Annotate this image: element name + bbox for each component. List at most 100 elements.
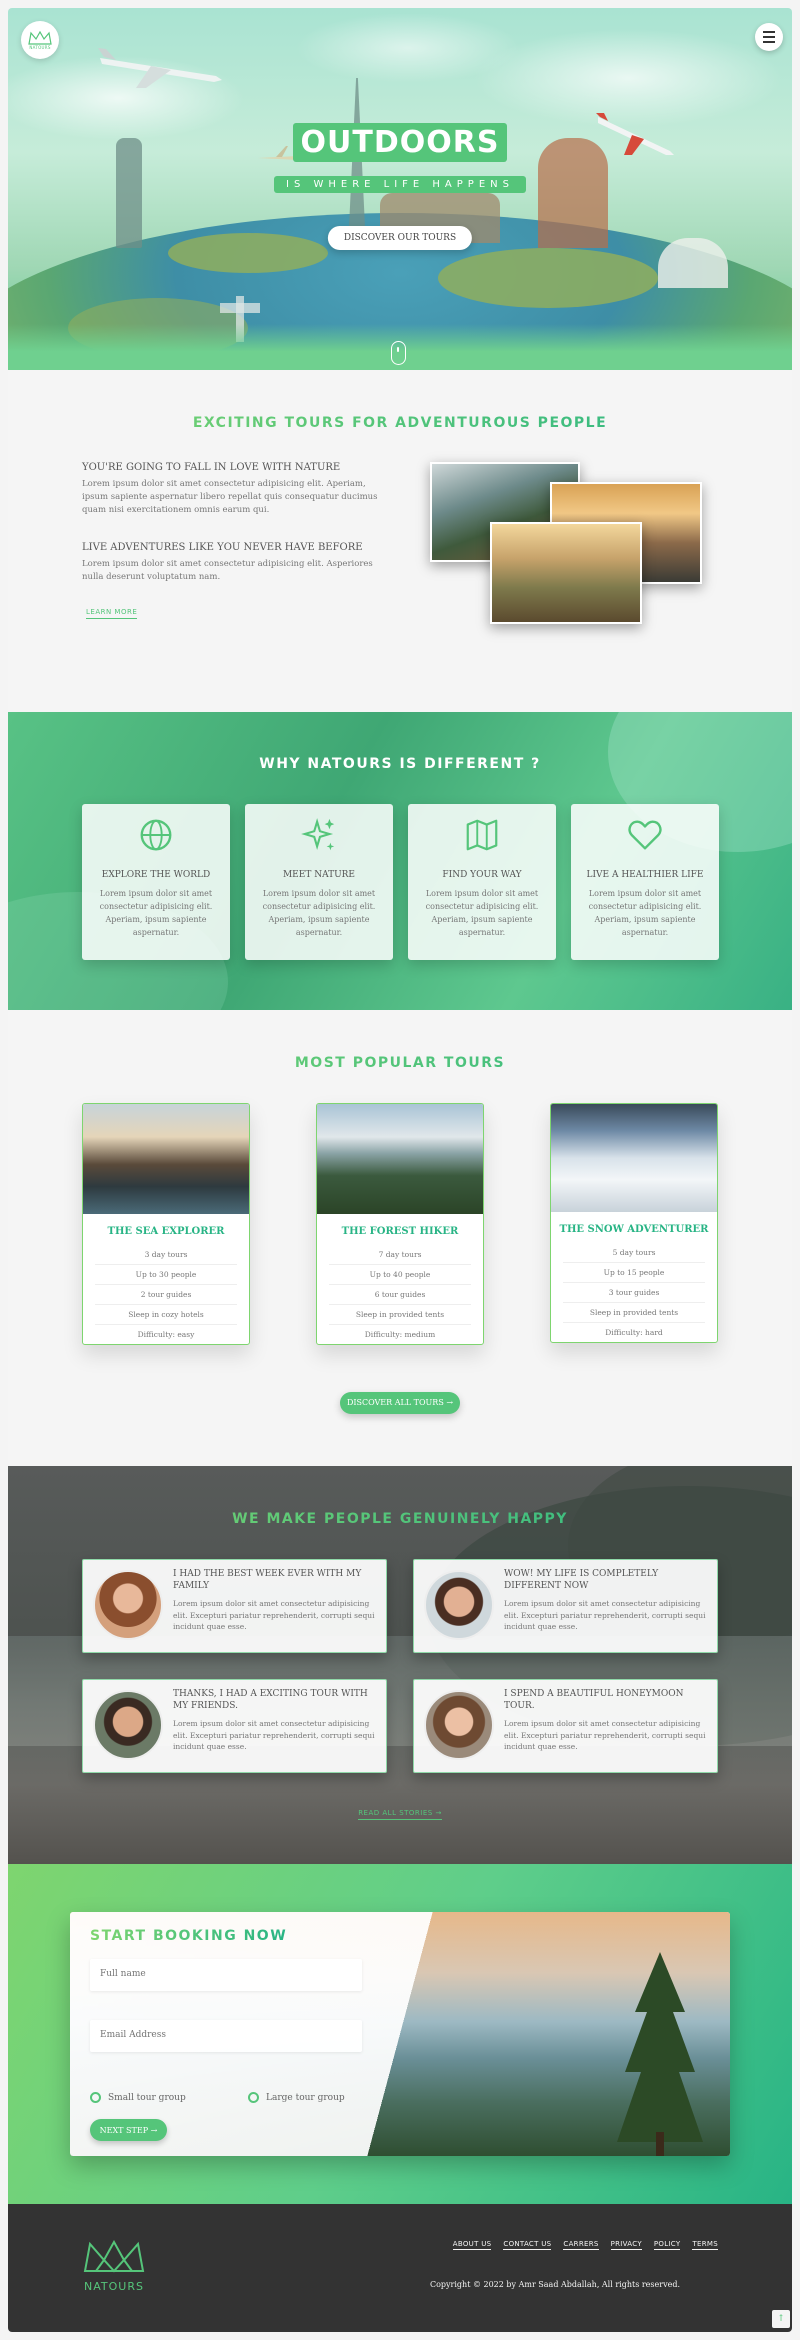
taj-mahal [658, 238, 728, 288]
copyright-text: Copyright © 2022 by Amr Saad Abdallah, A… [429, 2280, 680, 2289]
full-name-input[interactable] [90, 1959, 362, 1991]
feature-text: Lorem ipsum dolor sit amet consectetur a… [425, 889, 539, 937]
email-input[interactable] [90, 2020, 362, 2052]
story-text: Lorem ipsum dolor sit amet consectetur a… [504, 1599, 706, 1631]
feature-text: Lorem ipsum dolor sit amet consectetur a… [99, 889, 213, 937]
feature-title: FIND YOUR WAY [442, 870, 522, 880]
tour-detail: 5 day tours [563, 1243, 705, 1263]
tour-detail: Difficulty: medium [364, 1330, 436, 1339]
discover-tours-button[interactable]: DISCOVER OUR TOURS [327, 226, 473, 250]
scroll-mouse-icon[interactable] [391, 341, 406, 365]
avatar [424, 1570, 494, 1640]
feature-text: Lorem ipsum dolor sit amet consectetur a… [262, 889, 376, 937]
features-title: WHY NATOURS IS DIFFERENT ? [259, 756, 541, 772]
avatar [93, 1570, 163, 1640]
story-text: Lorem ipsum dolor sit amet consectetur a… [173, 1599, 375, 1631]
tour-card[interactable]: THE SNOW ADVENTURER 5 day tours Up to 15… [550, 1103, 718, 1343]
tour-detail: 7 day tours [329, 1245, 471, 1265]
story-card: THANKS, I HAD A EXCITING TOUR WITH MY FR… [82, 1679, 387, 1773]
feature-text: Lorem ipsum dolor sit amet consectetur a… [588, 889, 702, 937]
hero-subtitle-wrap: IS WHERE LIFE HAPPENS [8, 172, 792, 193]
footer-link-privacy[interactable]: PRIVACY [610, 2240, 642, 2250]
stories-section: WE MAKE PEOPLE GENUINELY HAPPY I HAD THE… [8, 1466, 792, 1864]
footer-link-about[interactable]: ABOUT US [452, 2240, 492, 2250]
stories-title: WE MAKE PEOPLE GENUINELY HAPPY [8, 1511, 792, 1527]
footer-link-contact[interactable]: CONTACT US [503, 2240, 552, 2250]
tour-details-list: 7 day tours Up to 40 people 6 tour guide… [329, 1245, 471, 1344]
tour-detail: Sleep in provided tents [329, 1305, 471, 1325]
feature-box: FIND YOUR WAY Lorem ipsum dolor sit amet… [408, 804, 556, 960]
about-paragraph-2: Lorem ipsum dolor sit amet consectetur a… [82, 559, 373, 582]
feature-title: EXPLORE THE WORLD [101, 870, 211, 880]
hero-subtitle: IS WHERE LIFE HAPPENS [274, 176, 526, 193]
feature-box: LIVE A HEALTHIER LIFE Lorem ipsum dolor … [571, 804, 719, 960]
feature-title: MEET NATURE [282, 870, 356, 880]
tour-detail: Difficulty: easy [137, 1330, 195, 1339]
menu-button[interactable] [755, 23, 783, 51]
footer-logo-text: NATOURS [84, 2280, 144, 2293]
discover-all-tours-button[interactable]: DISCOVER ALL TOURS → [340, 1392, 460, 1414]
story-heading: I SPEND A BEAUTIFUL HONEYMOON TOUR. [504, 1689, 684, 1711]
footer-nav: ABOUT US CONTACT US CARRERS PRIVACY POLI… [452, 2240, 718, 2250]
next-step-button[interactable]: NEXT STEP → [90, 2119, 167, 2141]
tour-card-title: THE SEA EXPLORER [107, 1226, 225, 1237]
hero-section: NATOURS OUTDOORS IS WHERE LIFE HAPPENS D… [8, 8, 792, 370]
story-card: WOW! MY LIFE IS COMPLETELY DIFFERENT NOW… [413, 1559, 718, 1653]
tour-detail: 3 tour guides [563, 1283, 705, 1303]
tours-title: MOST POPULAR TOURS [8, 1055, 792, 1071]
read-all-stories-wrap: READ ALL STORIES → [8, 1800, 792, 1820]
tour-card-image [317, 1104, 483, 1214]
about-heading-2: LIVE ADVENTURES LIKE YOU NEVER HAVE BEFO… [82, 542, 363, 553]
feature-title: LIVE A HEALTHIER LIFE [586, 870, 704, 880]
story-card: I SPEND A BEAUTIFUL HONEYMOON TOUR. Lore… [413, 1679, 718, 1773]
hamburger-icon [763, 36, 775, 38]
tour-card[interactable]: THE FOREST HIKER 7 day tours Up to 40 pe… [316, 1103, 484, 1345]
footer: NATOURS ABOUT US CONTACT US CARRERS PRIV… [8, 2204, 792, 2332]
back-to-top-button[interactable]: ↑ [772, 2310, 790, 2328]
story-heading: THANKS, I HAD A EXCITING TOUR WITH MY FR… [173, 1689, 368, 1711]
tour-detail: Up to 30 people [95, 1265, 237, 1285]
small-group-radio[interactable]: Small tour group [90, 2092, 186, 2103]
tour-card-image [551, 1104, 717, 1212]
story-card: I HAD THE BEST WEEK EVER WITH MY FAMILY … [82, 1559, 387, 1653]
footer-link-terms[interactable]: TERMS [692, 2240, 718, 2250]
booking-card: START BOOKING NOW Small tour group Large… [70, 1912, 730, 2156]
read-all-stories-link[interactable]: READ ALL STORIES → [358, 1809, 442, 1820]
tour-detail: Difficulty: hard [605, 1328, 663, 1337]
booking-section: START BOOKING NOW Small tour group Large… [8, 1864, 792, 2204]
tour-details-list: 3 day tours Up to 30 people 2 tour guide… [95, 1245, 237, 1344]
radio-circle-icon [90, 2092, 101, 2103]
story-text: Lorem ipsum dolor sit amet consectetur a… [504, 1719, 706, 1751]
tour-detail: Up to 15 people [563, 1263, 705, 1283]
avatar [93, 1690, 163, 1760]
large-group-radio[interactable]: Large tour group [248, 2092, 345, 2103]
hero-title: OUTDOORS [292, 123, 508, 162]
avatar [424, 1690, 494, 1760]
story-heading: I HAD THE BEST WEEK EVER WITH MY FAMILY [173, 1569, 362, 1591]
feature-box: MEET NATURE Lorem ipsum dolor sit amet c… [245, 804, 393, 960]
about-photo-3[interactable] [490, 522, 642, 624]
footer-link-careers[interactable]: CARRERS [563, 2240, 599, 2250]
features-section: WHY NATOURS IS DIFFERENT ? EXPLORE THE W… [8, 712, 792, 1010]
about-paragraph-1: Lorem ipsum dolor sit amet consectetur a… [82, 479, 378, 515]
tours-section: MOST POPULAR TOURS THE SEA EXPLORER 3 da… [8, 1010, 792, 1466]
tour-detail: Sleep in provided tents [563, 1303, 705, 1323]
footer-logo[interactable]: NATOURS [82, 2239, 146, 2293]
heart-icon [628, 820, 662, 850]
radio-circle-icon [248, 2092, 259, 2103]
hero-logo[interactable]: NATOURS [21, 21, 59, 59]
tour-detail: 6 tour guides [329, 1285, 471, 1305]
about-title: EXCITING TOURS FOR ADVENTUROUS PEOPLE [8, 415, 792, 431]
tour-card[interactable]: THE SEA EXPLORER 3 day tours Up to 30 pe… [82, 1103, 250, 1345]
about-section: EXCITING TOURS FOR ADVENTUROUS PEOPLE YO… [8, 370, 792, 712]
footer-link-policy[interactable]: POLICY [653, 2240, 681, 2250]
tour-detail: 2 tour guides [95, 1285, 237, 1305]
tour-detail: Sleep in cozy hotels [95, 1305, 237, 1325]
hero-logo-text: NATOURS [29, 44, 51, 50]
hero-land [168, 233, 328, 273]
story-heading: WOW! MY LIFE IS COMPLETELY DIFFERENT NOW [504, 1569, 659, 1591]
radio-label: Small tour group [108, 2092, 186, 2103]
learn-more-link[interactable]: LEARN MORE [86, 608, 138, 619]
hero-title-wrap: OUTDOORS [8, 123, 792, 162]
hamburger-icon [763, 41, 775, 43]
